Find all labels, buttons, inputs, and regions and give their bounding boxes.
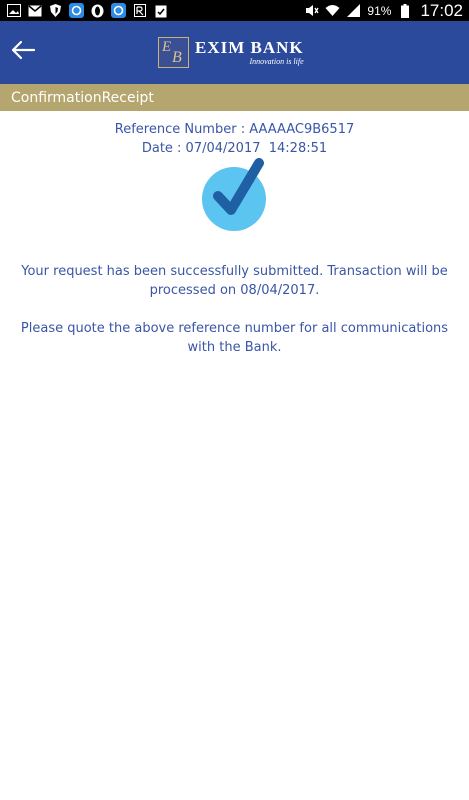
wifi-icon bbox=[325, 3, 340, 18]
logo-monogram: EB bbox=[158, 36, 189, 68]
page-title: ConfirmationReceipt bbox=[11, 89, 154, 106]
mute-icon bbox=[304, 3, 319, 18]
sync-icon-2 bbox=[111, 3, 126, 18]
reference-number: Reference Number : AAAAAC9B6517 bbox=[114, 122, 355, 137]
battery-icon bbox=[397, 3, 412, 18]
signal-icon bbox=[346, 3, 361, 18]
success-message: Your request has been successfully submi… bbox=[21, 264, 448, 298]
shield-icon bbox=[48, 3, 63, 18]
back-button[interactable] bbox=[6, 35, 40, 69]
opera-icon bbox=[90, 3, 105, 18]
clock: 17:02 bbox=[420, 0, 463, 20]
logo-name: EXIM BANK bbox=[195, 37, 304, 57]
sync-icon bbox=[69, 3, 84, 18]
reference-note: Please quote the above reference number … bbox=[20, 321, 449, 355]
battery-percent: 91% bbox=[367, 3, 392, 18]
logo-tagline: Innovation is life bbox=[249, 56, 304, 66]
app-header: EB EXIM BANK Innovation is life bbox=[0, 21, 469, 84]
page-title-bar: ConfirmationReceipt bbox=[0, 84, 469, 111]
notification-icons bbox=[6, 0, 168, 21]
back-arrow-icon bbox=[10, 40, 36, 64]
clipboard-check-icon bbox=[153, 3, 168, 18]
status-bar: 91% 17:02 bbox=[0, 0, 469, 21]
image-icon bbox=[6, 3, 21, 18]
gmail-icon bbox=[27, 3, 42, 18]
system-status: 91% 17:02 bbox=[304, 0, 463, 21]
prescription-icon bbox=[132, 3, 147, 18]
checkmark-icon bbox=[201, 154, 269, 232]
bank-logo: EB EXIM BANK Innovation is life bbox=[158, 32, 304, 72]
